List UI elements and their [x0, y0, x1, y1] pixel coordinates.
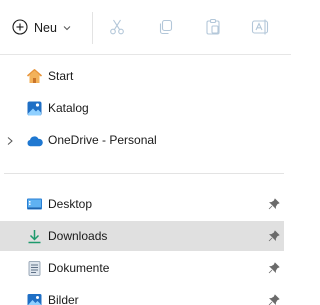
onedrive-cloud-icon [26, 132, 43, 149]
paste-icon[interactable] [201, 15, 225, 39]
nav-item-dokumente[interactable]: Dokumente [0, 253, 284, 283]
nav-item-desktop[interactable]: Desktop [0, 189, 284, 219]
chevron-down-icon [63, 21, 71, 35]
nav-item-label: Start [48, 69, 74, 83]
cut-icon[interactable] [105, 15, 129, 39]
copy-icon[interactable] [154, 15, 178, 39]
nav-item-label: Desktop [48, 197, 93, 211]
nav-divider [4, 173, 284, 174]
pictures-icon [26, 292, 43, 305]
download-icon [26, 228, 43, 245]
command-bar: Neu [0, 0, 291, 55]
nav-item-label: Downloads [48, 229, 108, 243]
navigation-pane: Start Katalog OneDrive - Personal Deskto… [0, 56, 291, 305]
nav-item-label: Dokumente [48, 261, 110, 275]
new-button-label: Neu [34, 21, 57, 35]
desktop-icon [26, 196, 43, 213]
nav-item-label: OneDrive - Personal [48, 133, 157, 147]
pin-icon[interactable] [268, 230, 280, 242]
pin-icon[interactable] [268, 262, 280, 274]
nav-item-onedrive[interactable]: OneDrive - Personal [0, 125, 284, 155]
pin-icon[interactable] [268, 294, 280, 305]
nav-item-label: Katalog [48, 101, 89, 115]
nav-item-katalog[interactable]: Katalog [0, 93, 284, 123]
nav-item-label: Bilder [48, 293, 79, 305]
gallery-icon [26, 100, 43, 117]
pin-icon[interactable] [268, 198, 280, 210]
documents-icon [26, 260, 43, 277]
home-icon [26, 68, 43, 85]
add-circle-icon [12, 18, 28, 38]
nav-item-start[interactable]: Start [0, 61, 284, 91]
nav-item-downloads[interactable]: Downloads [0, 221, 284, 251]
rename-icon[interactable] [249, 15, 273, 39]
toolbar-divider [92, 12, 93, 44]
nav-item-bilder[interactable]: Bilder [0, 285, 284, 305]
chevron-right-icon[interactable] [5, 135, 15, 145]
new-button[interactable]: Neu [8, 14, 75, 42]
